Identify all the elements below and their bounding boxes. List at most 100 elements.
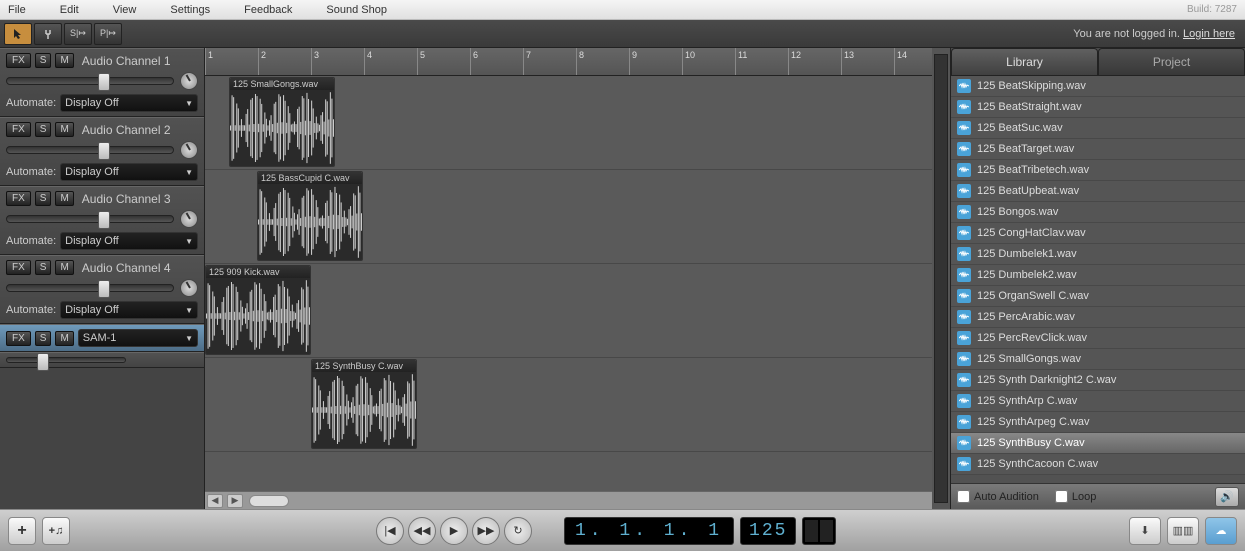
bpm-display[interactable]: 125 [740,517,796,545]
hscrollbar[interactable]: ◀ ▶ [205,491,932,509]
tool-pencil[interactable]: P|↦ [94,23,122,45]
timeline: 1234567891011121314 125 SmallGongs.wav12… [205,48,932,509]
library-item[interactable]: 125 Dumbelek1.wav [951,244,1245,265]
library-item[interactable]: 125 BeatUpbeat.wav [951,181,1245,202]
audio-clip[interactable]: 125 909 Kick.wav [205,265,311,355]
menu-file[interactable]: File [8,4,26,16]
library-item[interactable]: 125 OrganSwell C.wav [951,286,1245,307]
volume-slider[interactable] [6,284,174,292]
track-strip[interactable]: FXSMAudio Channel 3Automate:Display Off▼ [0,186,204,255]
fx-button[interactable]: FX [6,122,31,137]
go-start-button[interactable]: |◀ [376,517,404,545]
tab-library[interactable]: Library [951,48,1098,76]
menu-view[interactable]: View [113,4,137,16]
automate-select[interactable]: Display Off▼ [60,232,198,250]
automate-select[interactable]: Display Off▼ [60,301,198,319]
pan-knob[interactable] [180,279,198,297]
add-track-button[interactable]: + [8,517,36,545]
scroll-thumb[interactable] [249,495,289,507]
mute-button[interactable]: M [55,331,73,346]
automate-select[interactable]: Display Off▼ [60,163,198,181]
volume-slider[interactable] [6,146,174,154]
mute-button[interactable]: M [55,122,73,137]
audio-clip[interactable]: 125 SmallGongs.wav [229,77,335,167]
preview-audio-button[interactable]: 🔊 [1215,487,1239,507]
pan-knob[interactable] [180,141,198,159]
track-lane[interactable] [205,264,932,358]
volume-slider[interactable] [6,215,174,223]
solo-button[interactable]: S [35,122,52,137]
tool-tuning-fork[interactable] [34,23,62,45]
instrument-select[interactable]: SAM-1▼ [78,329,198,347]
pan-knob[interactable] [180,72,198,90]
solo-button[interactable]: S [35,331,52,346]
forward-button[interactable]: ▶▶ [472,517,500,545]
add-instrument-button[interactable]: +♫ [42,517,70,545]
download-button[interactable]: ⬇ [1129,517,1161,545]
tool-slice[interactable]: S|↦ [64,23,92,45]
tracks-content[interactable]: 125 SmallGongs.wav125 BassCupid C.wav125… [205,76,932,491]
play-button[interactable]: ▶ [440,517,468,545]
library-item[interactable]: 125 SynthArpeg C.wav [951,412,1245,433]
audio-clip[interactable]: 125 BassCupid C.wav [257,171,363,261]
track-strip-instrument[interactable]: FX SM SAM-1▼ [0,324,204,352]
automate-select[interactable]: Display Off▼ [60,94,198,112]
track-strip-mini[interactable] [0,352,204,368]
menu-edit[interactable]: Edit [60,4,79,16]
library-item[interactable]: 125 Dumbelek2.wav [951,265,1245,286]
library-item[interactable]: 125 SmallGongs.wav [951,349,1245,370]
library-item[interactable]: 125 CongHatClav.wav [951,223,1245,244]
rewind-button[interactable]: ◀◀ [408,517,436,545]
track-strip[interactable]: FXSMAudio Channel 1Automate:Display Off▼ [0,48,204,117]
library-item[interactable]: 125 PercRevClick.wav [951,328,1245,349]
track-lane[interactable] [205,452,932,491]
library-list[interactable]: 125 BeatSkipping.wav125 BeatStraight.wav… [951,76,1245,483]
solo-button[interactable]: S [35,53,52,68]
ruler-tick: 5 [417,48,425,75]
scroll-left[interactable]: ◀ [207,494,223,508]
library-item[interactable]: 125 SynthCacoon C.wav [951,454,1245,475]
mute-button[interactable]: M [55,53,73,68]
fx-button[interactable]: FX [6,331,31,346]
library-item[interactable]: 125 BeatStraight.wav [951,97,1245,118]
fx-button[interactable]: FX [6,53,31,68]
volume-slider[interactable] [6,357,126,363]
login-link[interactable]: Login here [1183,28,1235,40]
tab-project[interactable]: Project [1098,48,1245,76]
loop-checkbox[interactable] [1055,490,1068,503]
library-item[interactable]: 125 BeatTarget.wav [951,139,1245,160]
cloud-button[interactable]: ☁ [1205,517,1237,545]
menu-settings[interactable]: Settings [170,4,210,16]
keyboard-button[interactable]: ▥▥ [1167,517,1199,545]
track-strip[interactable]: FXSMAudio Channel 4Automate:Display Off▼ [0,255,204,324]
tool-pointer[interactable] [4,23,32,45]
volume-slider[interactable] [6,77,174,85]
fx-button[interactable]: FX [6,191,31,206]
library-item[interactable]: 125 BeatTribetech.wav [951,160,1245,181]
library-item[interactable]: 125 BeatSuc.wav [951,118,1245,139]
timeline-vscroll[interactable] [932,48,950,509]
menu-feedback[interactable]: Feedback [244,4,292,16]
auto-audition-toggle[interactable]: Auto Audition [957,490,1039,503]
menu-soundshop[interactable]: Sound Shop [326,4,387,16]
loop-button[interactable]: ↻ [504,517,532,545]
pan-knob[interactable] [180,210,198,228]
solo-button[interactable]: S [35,260,52,275]
library-item[interactable]: 125 SynthBusy C.wav [951,433,1245,454]
fx-button[interactable]: FX [6,260,31,275]
mute-button[interactable]: M [55,191,73,206]
loop-toggle[interactable]: Loop [1055,490,1096,503]
library-item[interactable]: 125 Bongos.wav [951,202,1245,223]
library-item[interactable]: 125 PercArabic.wav [951,307,1245,328]
scroll-right[interactable]: ▶ [227,494,243,508]
audio-clip[interactable]: 125 SynthBusy C.wav [311,359,417,449]
ruler[interactable]: 1234567891011121314 [205,48,932,76]
auto-audition-checkbox[interactable] [957,490,970,503]
position-display[interactable]: 1. 1. 1. 1 [564,517,734,545]
mute-button[interactable]: M [55,260,73,275]
library-item[interactable]: 125 BeatSkipping.wav [951,76,1245,97]
library-item[interactable]: 125 Synth Darknight2 C.wav [951,370,1245,391]
library-item[interactable]: 125 SynthArp C.wav [951,391,1245,412]
solo-button[interactable]: S [35,191,52,206]
track-strip[interactable]: FXSMAudio Channel 2Automate:Display Off▼ [0,117,204,186]
